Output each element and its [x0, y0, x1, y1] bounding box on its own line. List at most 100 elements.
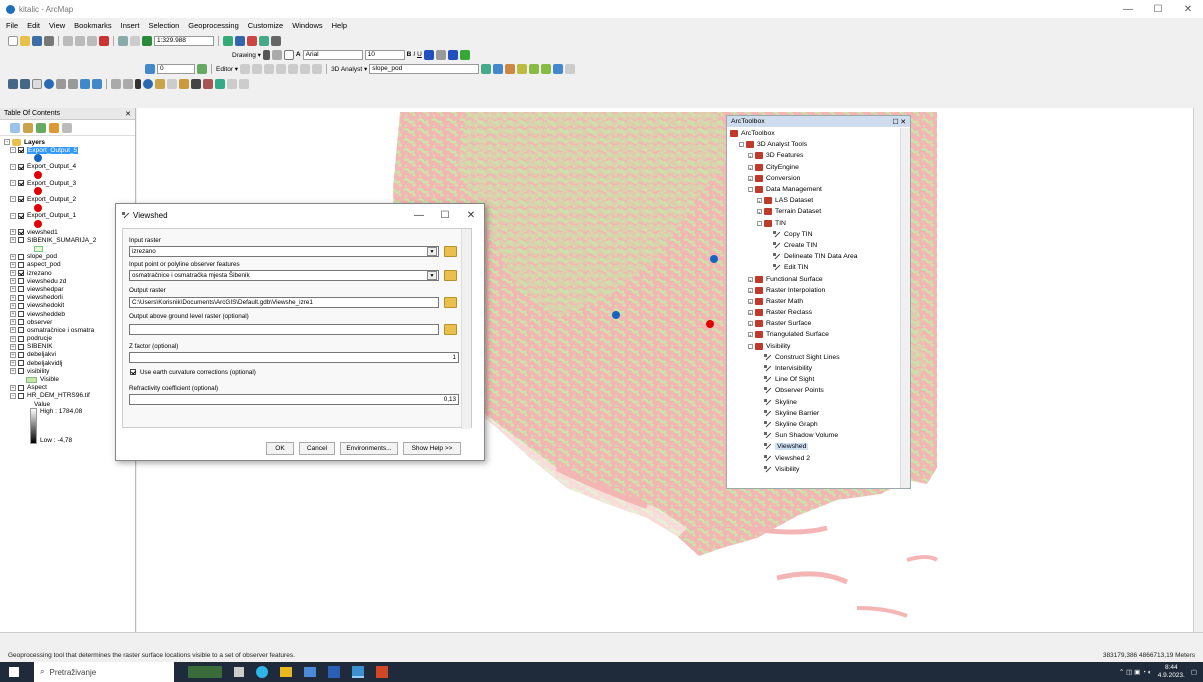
font-combo[interactable]: Arial — [302, 49, 363, 60]
store-icon[interactable] — [304, 667, 316, 677]
expand-icon[interactable]: + — [10, 229, 16, 236]
add-data-icon[interactable] — [142, 35, 152, 46]
measure-icon[interactable] — [179, 78, 189, 89]
expand-icon[interactable]: + — [748, 276, 753, 283]
tool-item[interactable]: Viewshed — [730, 441, 901, 452]
toolset-item[interactable]: + Raster Reclass — [730, 307, 901, 318]
open-icon[interactable] — [20, 35, 30, 46]
arctoolbox-close-icon[interactable]: ☐ ✕ — [892, 118, 906, 126]
hyperlink-icon[interactable] — [155, 78, 165, 89]
steepest-path-icon[interactable] — [493, 63, 504, 74]
layer-checkbox[interactable] — [18, 327, 24, 334]
toolset-item[interactable]: - 3D Analyst Tools — [730, 139, 901, 150]
fixed-zoom-out-icon[interactable] — [68, 78, 78, 89]
notifications-icon[interactable]: ▢ — [1191, 668, 1197, 676]
toolset-item[interactable]: + Raster Interpolation — [730, 285, 901, 296]
select-features-icon[interactable] — [111, 78, 121, 89]
sketch-icon[interactable] — [252, 63, 263, 74]
expand-icon[interactable]: + — [10, 294, 16, 301]
collapse-icon[interactable]: - — [757, 220, 762, 227]
cut-icon[interactable] — [63, 35, 73, 46]
toolset-item[interactable]: - TIN — [730, 218, 901, 229]
collapse-icon[interactable]: - — [748, 187, 753, 193]
arctoolbox-icon[interactable] — [247, 35, 257, 46]
go-to-xy-icon[interactable] — [215, 78, 225, 89]
expand-icon[interactable]: + — [10, 278, 16, 285]
toolset-item[interactable]: + Raster Math — [730, 296, 901, 307]
zoom-out-icon[interactable] — [20, 78, 30, 89]
tray-icons[interactable]: ⌃ ◫ ▣ ◔ ◐ — [1119, 668, 1152, 676]
curvature-checkbox[interactable] — [130, 369, 136, 375]
redo-icon[interactable] — [130, 35, 140, 46]
print-icon[interactable] — [44, 35, 54, 46]
expand-icon[interactable]: + — [10, 319, 16, 326]
3d-analyst-menu[interactable]: 3D Analyst ▾ — [331, 65, 367, 73]
toolset-item[interactable]: - Data Management — [730, 184, 901, 195]
powerpoint-icon[interactable] — [376, 666, 388, 678]
toc-close-icon[interactable]: ✕ — [125, 110, 131, 118]
observer-point[interactable] — [612, 311, 620, 319]
tool-item[interactable]: Line Of Sight — [730, 374, 901, 385]
layer-item[interactable]: + viewshedorli — [4, 294, 133, 302]
menu-help[interactable]: Help — [332, 21, 347, 30]
z-factor-field[interactable]: 1 — [129, 352, 459, 363]
clock[interactable]: 8:44 4.9.2023. — [1158, 664, 1185, 680]
expand-icon[interactable]: + — [757, 209, 762, 215]
georef-combo[interactable]: 0 — [157, 63, 195, 74]
contour-icon[interactable] — [481, 63, 492, 74]
full-extent-icon[interactable] — [44, 78, 54, 89]
expand-icon[interactable]: + — [748, 310, 753, 316]
editor-menu[interactable]: Editor ▾ — [216, 65, 238, 73]
layer-checkbox[interactable] — [18, 261, 24, 268]
select-elements-icon[interactable] — [262, 49, 270, 60]
layer-item[interactable]: + debeljakvi — [4, 351, 133, 359]
observer-point[interactable] — [710, 255, 718, 263]
layer-checkbox[interactable] — [18, 302, 24, 309]
expand-icon[interactable]: + — [10, 368, 16, 375]
tool-item[interactable]: Create TIN — [730, 240, 901, 251]
clear-selection-icon[interactable] — [123, 78, 133, 89]
expand-icon[interactable]: + — [748, 175, 753, 182]
georef-icon[interactable] — [145, 63, 155, 74]
input-raster-dropdown-icon[interactable]: ▼ — [427, 247, 437, 256]
layer-item[interactable]: − HR_DEM_HTRS96.tif — [4, 392, 133, 400]
layer-checkbox[interactable] — [18, 163, 24, 170]
expand-icon[interactable]: + — [748, 287, 753, 294]
expand-icon[interactable]: + — [748, 164, 753, 171]
new-icon[interactable] — [8, 35, 18, 46]
tool-item[interactable]: Copy TIN — [730, 229, 901, 240]
paste-icon[interactable] — [87, 35, 97, 46]
collapse-icon[interactable]: − — [10, 392, 16, 399]
drawing-menu[interactable]: Drawing ▾ — [232, 51, 261, 59]
pan-icon[interactable] — [32, 78, 42, 89]
identify-icon[interactable] — [143, 78, 153, 89]
layer-item[interactable]: + observer — [4, 318, 133, 326]
undo-icon[interactable] — [118, 35, 128, 46]
select-element-icon[interactable] — [135, 78, 141, 89]
refractivity-field[interactable]: 0,13 — [129, 394, 459, 405]
dialog-close-button[interactable]: ✕ — [458, 204, 484, 226]
menu-view[interactable]: View — [49, 21, 65, 30]
profile-graph-icon[interactable] — [541, 63, 552, 74]
layer-item[interactable]: + viewshedpar — [4, 285, 133, 293]
input-raster-field[interactable]: izrezano — [129, 246, 439, 257]
layer-checkbox[interactable] — [18, 351, 24, 358]
layer-item[interactable]: + viewshedokit — [4, 302, 133, 310]
tool-item[interactable]: Skyline Barrier — [730, 408, 901, 419]
layer-item[interactable]: + viewshedu zd — [4, 277, 133, 285]
save-icon[interactable] — [32, 35, 42, 46]
list-by-visibility-icon[interactable] — [36, 122, 46, 133]
toolset-item[interactable]: + Raster Surface — [730, 318, 901, 329]
ok-button[interactable]: OK — [266, 442, 294, 455]
sketch-props-icon[interactable] — [312, 63, 323, 74]
expand-icon[interactable]: + — [748, 153, 753, 159]
file-explorer-icon[interactable] — [280, 667, 292, 677]
tool-item[interactable]: Construct Sight Lines — [730, 352, 901, 363]
menu-windows[interactable]: Windows — [292, 21, 322, 30]
3d-layer-combo[interactable]: slope_pod — [369, 63, 480, 74]
map-horizontal-scrollbar[interactable] — [0, 632, 1203, 644]
observer-browse-icon[interactable] — [444, 270, 457, 281]
dialog-minimize-button[interactable]: — — [406, 204, 432, 226]
layer-checkbox[interactable] — [18, 147, 24, 154]
fill-color-icon[interactable] — [435, 49, 446, 60]
